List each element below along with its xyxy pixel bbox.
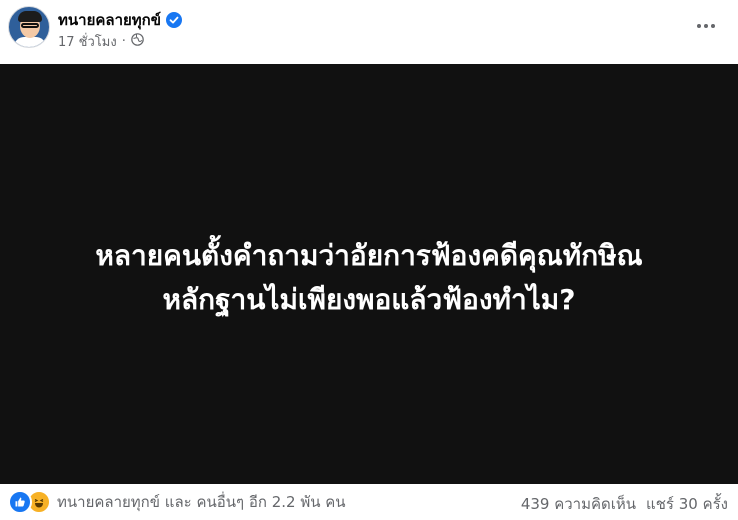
avatar-glasses [21, 23, 39, 28]
share-count[interactable]: แชร์ 30 ครั้ง [646, 492, 728, 516]
page-avatar[interactable] [8, 6, 50, 48]
image-caption: หลายคนตั้งคำถามว่าอัยการฟ้องคดีคุณทักษิณ… [0, 234, 738, 322]
avatar-shirt [14, 37, 46, 47]
avatar-hair [18, 11, 42, 22]
like-icon [8, 490, 32, 514]
page-name-link[interactable]: ทนายคลายทุกข์ [58, 8, 161, 32]
post-timestamp[interactable]: 17 ชั่วโมง [58, 31, 117, 52]
verified-badge-icon [166, 12, 183, 28]
caption-line-2: หลักฐานไม่เพียงพอแล้วฟ้องทำไม? [162, 283, 576, 316]
post-header: ทนายคลายทุกข์ 17 ชั่วโมง · [0, 0, 738, 64]
engagement-stats: 439 ความคิดเห็น แชร์ 30 ครั้ง [521, 492, 728, 516]
caption-line-1: หลายคนตั้งคำถามว่าอัยการฟ้องคดีคุณทักษิณ [95, 239, 643, 272]
meta-separator: · [121, 34, 126, 49]
post-meta: 17 ชั่วโมง · [58, 31, 144, 52]
post-image[interactable]: หลายคนตั้งคำถามว่าอัยการฟ้องคดีคุณทักษิณ… [0, 64, 738, 484]
comment-count[interactable]: 439 ความคิดเห็น [521, 492, 636, 516]
reactions-summary[interactable]: ทนายคลายทุกข์ และ คนอื่นๆ อีก 2.2 พัน คน [8, 490, 346, 514]
more-options-icon[interactable] [694, 14, 718, 38]
post-footer: ทนายคลายทุกข์ และ คนอื่นๆ อีก 2.2 พัน คน… [0, 484, 738, 520]
globe-icon[interactable] [131, 33, 144, 50]
reaction-summary-text[interactable]: ทนายคลายทุกข์ และ คนอื่นๆ อีก 2.2 พัน คน [57, 490, 346, 514]
name-row: ทนายคลายทุกข์ [58, 8, 183, 32]
